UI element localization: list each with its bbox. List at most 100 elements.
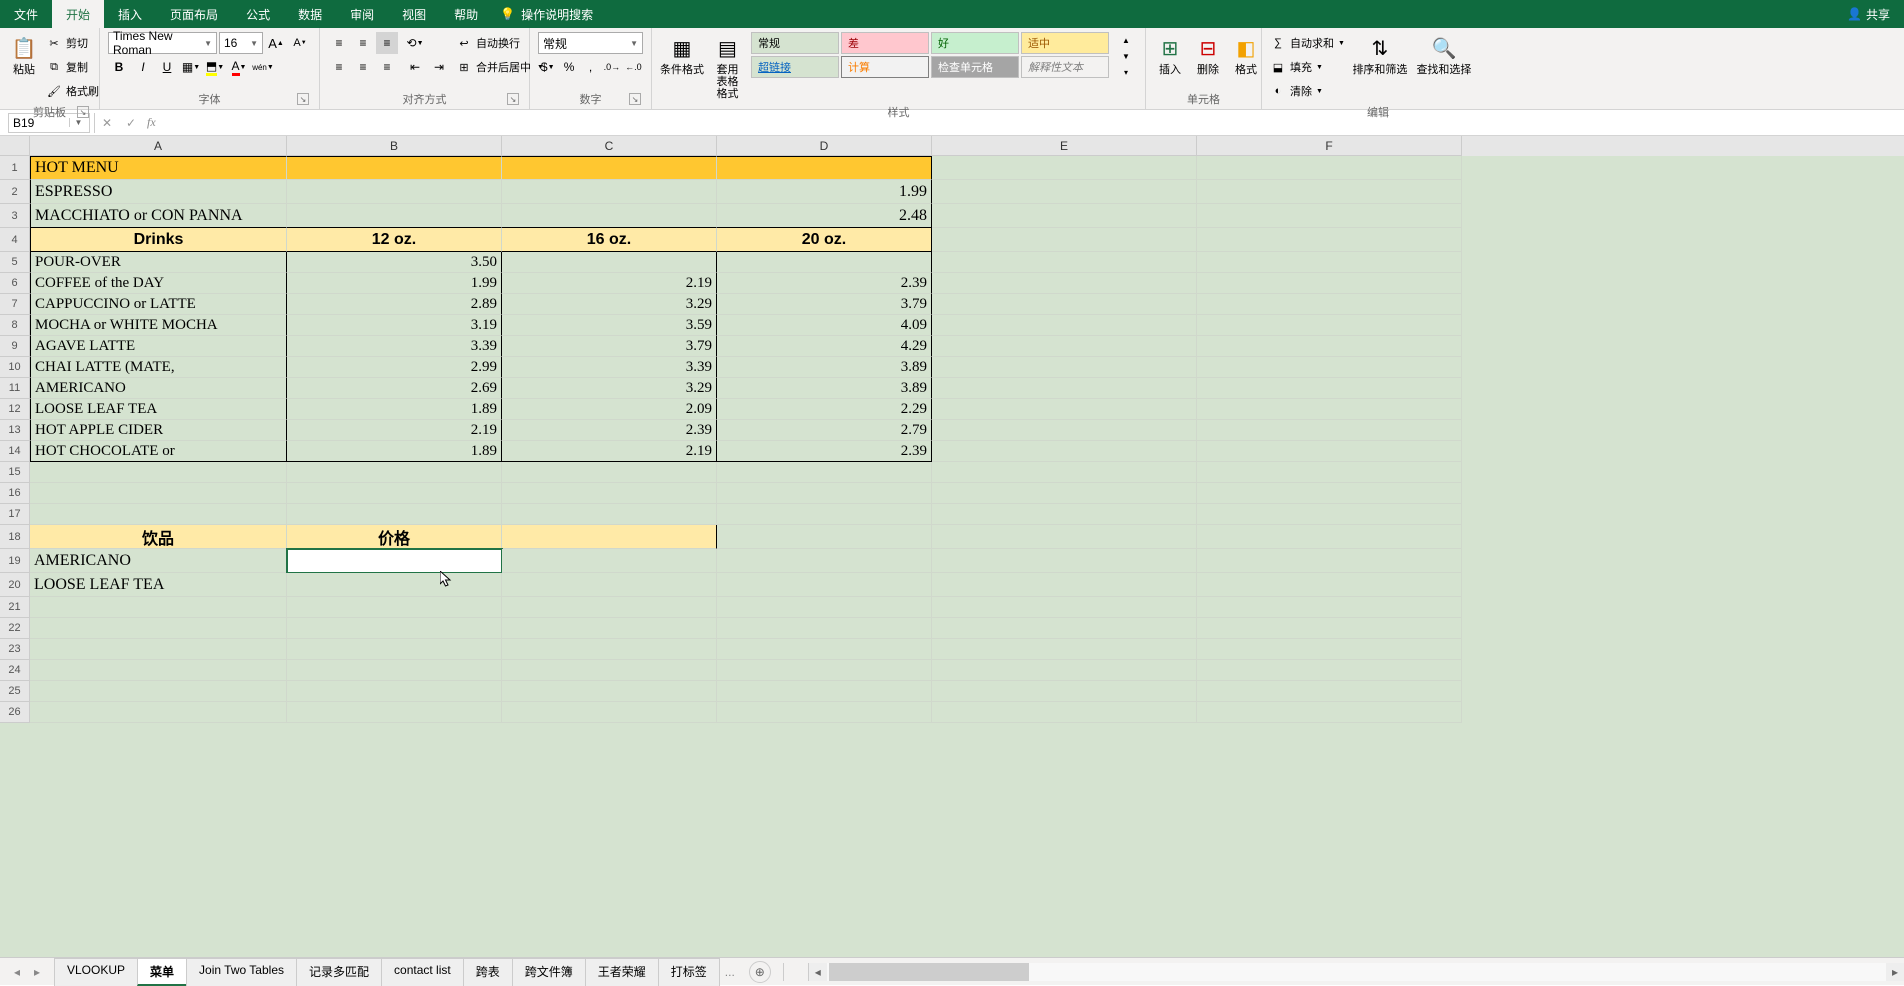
cell[interactable] — [717, 252, 932, 273]
sheet-tab[interactable]: 跨表 — [463, 958, 513, 986]
scroll-right-button[interactable]: ▸ — [1886, 963, 1904, 981]
sheet-tab[interactable]: 菜单 — [137, 958, 187, 986]
style-bad[interactable]: 差 — [841, 32, 929, 54]
format-cells-button[interactable]: ◧格式 — [1230, 32, 1262, 78]
dialog-launcher-icon[interactable]: ↘ — [629, 93, 641, 105]
cell[interactable]: 2.39 — [502, 420, 717, 441]
cell[interactable] — [932, 399, 1197, 420]
cell[interactable] — [932, 204, 1197, 228]
cell[interactable] — [1197, 573, 1462, 597]
cell[interactable] — [932, 315, 1197, 336]
align-bottom-button[interactable]: ≡ — [376, 32, 398, 54]
cell[interactable] — [717, 504, 932, 525]
cell[interactable] — [30, 483, 287, 504]
worksheet-grid[interactable]: ABCDEF 1HOT MENU2ESPRESSO1.993MACCHIATO … — [0, 136, 1904, 957]
cell[interactable] — [502, 573, 717, 597]
row-header[interactable]: 2 — [0, 180, 30, 204]
tell-me-search[interactable]: 操作说明搜索 — [521, 0, 607, 28]
column-header[interactable]: D — [717, 136, 932, 156]
cell[interactable] — [932, 618, 1197, 639]
font-name-combo[interactable]: Times New Roman▼ — [108, 32, 217, 54]
cell[interactable]: HOT CHOCOLATE or — [30, 441, 287, 462]
align-top-button[interactable]: ≡ — [328, 32, 350, 54]
find-select-button[interactable]: 🔍查找和选择 — [1415, 32, 1473, 78]
cell[interactable]: 2.19 — [502, 441, 717, 462]
select-all-corner[interactable] — [0, 136, 30, 156]
tab-home[interactable]: 开始 — [52, 0, 104, 28]
tab-data[interactable]: 数据 — [284, 0, 336, 28]
cell[interactable]: 4.29 — [717, 336, 932, 357]
cell[interactable] — [717, 702, 932, 723]
sheet-more[interactable]: ... — [719, 965, 741, 979]
cell[interactable] — [502, 681, 717, 702]
horizontal-scrollbar[interactable]: ◂ ▸ — [808, 963, 1904, 981]
font-color-button[interactable]: A▼ — [228, 56, 250, 78]
cell[interactable] — [1197, 252, 1462, 273]
cell[interactable] — [1197, 315, 1462, 336]
sheet-tab[interactable]: 跨文件簿 — [512, 958, 586, 986]
cell[interactable]: 2.48 — [717, 204, 932, 228]
cell[interactable] — [717, 549, 932, 573]
border-button[interactable]: ▦▼ — [180, 56, 202, 78]
cell[interactable]: HOT MENU — [30, 156, 287, 180]
row-header[interactable]: 22 — [0, 618, 30, 639]
percent-format-button[interactable]: % — [559, 56, 578, 78]
sort-filter-button[interactable]: ⇅排序和筛选 — [1351, 32, 1409, 78]
tab-formulas[interactable]: 公式 — [232, 0, 284, 28]
scroll-left-button[interactable]: ◂ — [809, 963, 827, 981]
cell[interactable] — [932, 504, 1197, 525]
cell[interactable]: 饮品 — [30, 525, 287, 549]
cell[interactable]: 3.59 — [502, 315, 717, 336]
row-header[interactable]: 13 — [0, 420, 30, 441]
cell[interactable]: CHAI LATTE (MATE, — [30, 357, 287, 378]
tab-review[interactable]: 审阅 — [336, 0, 388, 28]
styles-scroll-up[interactable]: ▲ — [1115, 32, 1137, 48]
cell[interactable] — [502, 252, 717, 273]
cell[interactable]: 20 oz. — [717, 228, 932, 252]
cell[interactable] — [932, 252, 1197, 273]
sheet-nav-last[interactable]: ▸ — [28, 963, 46, 981]
cancel-formula-button[interactable]: ✕ — [95, 113, 119, 133]
cell[interactable] — [502, 180, 717, 204]
cell[interactable]: 3.29 — [502, 294, 717, 315]
row-header[interactable]: 15 — [0, 462, 30, 483]
cell[interactable] — [287, 504, 502, 525]
cell[interactable] — [1197, 336, 1462, 357]
underline-button[interactable]: U — [156, 56, 178, 78]
cell[interactable]: 3.39 — [502, 357, 717, 378]
clear-button[interactable]: ◐清除▼ — [1270, 80, 1345, 102]
cell[interactable] — [287, 483, 502, 504]
cell[interactable] — [287, 156, 502, 180]
cell[interactable] — [717, 597, 932, 618]
cell[interactable] — [1197, 420, 1462, 441]
row-header[interactable]: 24 — [0, 660, 30, 681]
cell[interactable]: COFFEE of the DAY — [30, 273, 287, 294]
cell[interactable] — [1197, 702, 1462, 723]
cell[interactable] — [932, 525, 1197, 549]
cell[interactable]: ESPRESSO — [30, 180, 287, 204]
cell[interactable] — [502, 597, 717, 618]
row-header[interactable]: 6 — [0, 273, 30, 294]
row-header[interactable]: 25 — [0, 681, 30, 702]
row-header[interactable]: 26 — [0, 702, 30, 723]
fx-icon[interactable]: fx — [147, 115, 156, 130]
cell[interactable]: MACCHIATO or CON PANNA — [30, 204, 287, 228]
cell[interactable] — [932, 294, 1197, 315]
cell[interactable] — [932, 378, 1197, 399]
row-header[interactable]: 19 — [0, 549, 30, 573]
cell[interactable] — [717, 573, 932, 597]
cell[interactable] — [502, 504, 717, 525]
row-header[interactable]: 11 — [0, 378, 30, 399]
style-check[interactable]: 检查单元格 — [931, 56, 1019, 78]
cell[interactable] — [502, 525, 717, 549]
row-header[interactable]: 17 — [0, 504, 30, 525]
row-header[interactable]: 16 — [0, 483, 30, 504]
sheet-tab[interactable]: contact list — [381, 958, 464, 986]
increase-font-button[interactable]: A▲ — [265, 32, 287, 54]
cell[interactable] — [30, 504, 287, 525]
cell[interactable] — [932, 681, 1197, 702]
cell[interactable] — [287, 681, 502, 702]
cell[interactable]: 1.89 — [287, 399, 502, 420]
row-header[interactable]: 20 — [0, 573, 30, 597]
cell[interactable]: 2.19 — [287, 420, 502, 441]
